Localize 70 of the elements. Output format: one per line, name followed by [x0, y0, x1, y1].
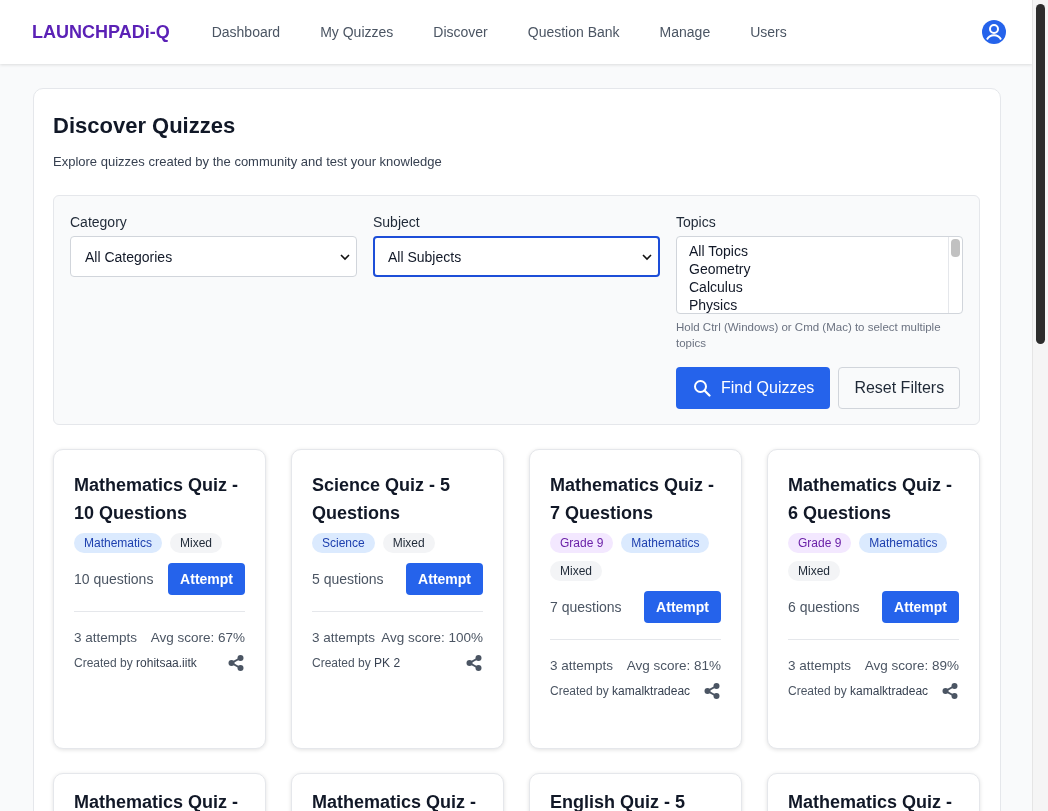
- creator-text: Created by rohitsaa.iitk: [74, 656, 197, 670]
- quiz-title: English Quiz - 5: [550, 791, 686, 811]
- attempts-count: 3 attempts: [550, 657, 614, 675]
- chevron-down-icon: [642, 251, 652, 262]
- nav-link[interactable]: My Quizzes: [300, 24, 414, 40]
- page-subtitle: Explore quizzes created by the community and test your knowledge: [53, 154, 443, 169]
- logo[interactable]: LAUNCHPADi-Q: [32, 21, 170, 43]
- topic-option[interactable]: All Topics: [689, 242, 936, 260]
- category-dropdown[interactable]: All Categories: [70, 236, 357, 277]
- user-avatar-icon[interactable]: [982, 20, 1006, 44]
- subject-dropdown[interactable]: All Subjects: [373, 236, 660, 277]
- field-label: Topics: [676, 214, 717, 230]
- page-title: Discover Quizzes: [53, 113, 237, 139]
- attempt-button[interactable]: Attempt: [644, 591, 721, 623]
- attempt-button[interactable]: Attempt: [882, 591, 959, 623]
- share-icon[interactable]: [465, 654, 483, 672]
- field-label: Subject: [373, 214, 421, 230]
- scrollbar[interactable]: [1032, 0, 1048, 811]
- nav-link[interactable]: Question Bank: [507, 24, 640, 40]
- creator-text: Created by kamalktradeac: [788, 684, 929, 698]
- scrollbar[interactable]: [948, 237, 962, 313]
- attempts-count: 3 attempts: [74, 629, 138, 647]
- nav-link[interactable]: Dashboard: [191, 24, 301, 40]
- tag: Mixed: [170, 533, 223, 553]
- chevron-down-icon: [340, 251, 350, 262]
- tag: Mathematics: [859, 533, 948, 553]
- tag: Mixed: [550, 561, 602, 581]
- question-count: 7 questions: [550, 599, 622, 615]
- tag: Grade 9: [788, 533, 852, 553]
- topic-option[interactable]: Geometry: [689, 260, 936, 278]
- tag: Mathematics: [621, 533, 710, 553]
- nav-link[interactable]: Manage: [639, 24, 731, 40]
- share-icon[interactable]: [227, 654, 245, 672]
- attempts-count: 3 attempts: [312, 629, 376, 647]
- question-count: 5 questions: [312, 571, 384, 587]
- search-icon: [693, 379, 711, 397]
- quiz-title: Mathematics Quiz -: [74, 791, 240, 811]
- tag: Science: [312, 533, 375, 553]
- question-count: 10 questions: [74, 571, 154, 587]
- topics-listbox[interactable]: All Topics Geometry Calculus Physics: [676, 236, 963, 314]
- creator-text: Created by PK 2: [312, 656, 401, 670]
- quiz-title: Mathematics Quiz - 7 Questions: [550, 474, 716, 525]
- field-label: Category: [70, 214, 128, 230]
- tag: Mixed: [788, 561, 840, 581]
- topic-option[interactable]: Physics: [689, 296, 936, 313]
- creator-text: Created by kamalktradeac: [550, 684, 691, 698]
- attempts-count: 3 attempts: [788, 657, 852, 675]
- attempt-button[interactable]: Attempt: [168, 563, 245, 595]
- quiz-title: Mathematics Quiz -: [312, 791, 478, 811]
- share-icon[interactable]: [941, 682, 959, 700]
- quiz-title: Science Quiz - 5 Questions: [312, 474, 452, 525]
- average-score: Avg score: 89%: [864, 657, 959, 675]
- topic-option[interactable]: Calculus: [689, 278, 936, 296]
- question-count: 6 questions: [788, 599, 860, 615]
- nav-link[interactable]: Users: [730, 24, 807, 40]
- quiz-title: Mathematics Quiz - 10 Questions: [74, 474, 240, 525]
- average-score: Avg score: 100%: [381, 629, 483, 647]
- tag: Grade 9: [550, 533, 614, 553]
- hint-text: Hold Ctrl (Windows) or Cmd (Mac) to select multiple topics: [676, 320, 942, 351]
- find-quizzes-button[interactable]: Find Quizzes: [676, 367, 831, 409]
- average-score: Avg score: 67%: [150, 629, 245, 647]
- quiz-title: Mathematics Quiz - 6 Questions: [788, 474, 954, 525]
- reset-filters-button[interactable]: Reset Filters: [838, 367, 961, 409]
- attempt-button[interactable]: Attempt: [406, 563, 483, 595]
- tag: Mathematics: [74, 533, 163, 553]
- share-icon[interactable]: [703, 682, 721, 700]
- tag: Mixed: [382, 533, 435, 553]
- average-score: Avg score: 81%: [626, 657, 721, 675]
- nav-link[interactable]: Discover: [413, 24, 508, 40]
- quiz-title: Mathematics Quiz -: [788, 791, 954, 811]
